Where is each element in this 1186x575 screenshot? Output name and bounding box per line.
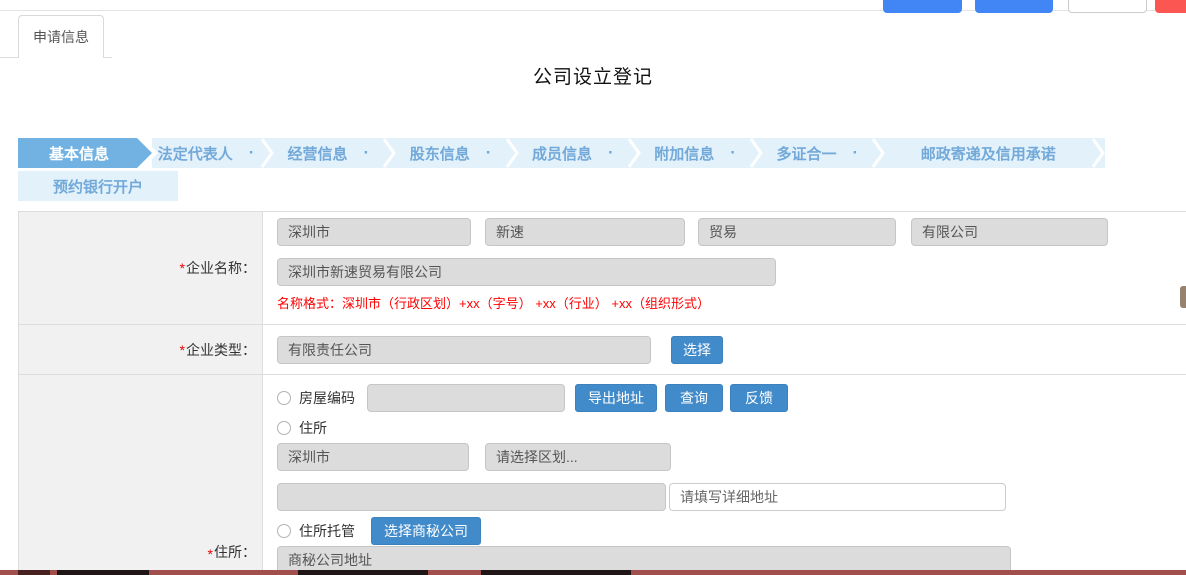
- step-label: 附加信息: [654, 143, 714, 164]
- export-address-button[interactable]: 导出地址: [575, 384, 657, 412]
- street-input[interactable]: [277, 483, 666, 511]
- address-city-input[interactable]: [277, 443, 469, 471]
- name-format-hint: 名称格式：深圳市（行政区划）+xx（字号） +xx（行业） +xx（组织形式）: [277, 293, 1186, 312]
- step-business-info[interactable]: 经营信息 ·: [274, 138, 382, 168]
- enterprise-name-label: *企业名称：: [19, 212, 263, 324]
- step-bank-account[interactable]: 预约银行开户: [18, 171, 178, 201]
- tab-label: 申请信息: [33, 27, 89, 47]
- enterprise-type-row: *企业类型： 选择: [19, 325, 1186, 375]
- name-orgform-input[interactable]: [911, 218, 1108, 246]
- chevron-right-icon: [382, 138, 396, 168]
- enterprise-type-fields: 选择: [263, 325, 1186, 374]
- enterprise-name-fields: 名称格式：深圳市（行政区划）+xx（字号） +xx（行业） +xx（组织形式）: [263, 212, 1186, 324]
- trustee-radio-label: 住所托管: [299, 521, 355, 541]
- house-code-radio[interactable]: [277, 391, 291, 405]
- label-text: 企业类型：: [186, 340, 256, 360]
- step-shareholder-info[interactable]: 股东信息 ·: [396, 138, 504, 168]
- chevron-right-icon: [749, 138, 763, 168]
- select-type-button[interactable]: 选择: [671, 336, 723, 364]
- step-multi-certificate[interactable]: 多证合一 ·: [763, 138, 871, 168]
- edge-segment: [18, 570, 50, 575]
- topbar-button-close[interactable]: [1155, 0, 1186, 13]
- address-fields: 房屋编码 导出地址 查询 反馈 住所: [263, 375, 1186, 574]
- step-label: 基本信息: [49, 143, 121, 164]
- name-tradename-input[interactable]: [485, 218, 685, 246]
- topbar-button-1[interactable]: [883, 0, 962, 13]
- detail-address-input[interactable]: [669, 483, 1006, 511]
- step-dot: ·: [249, 143, 255, 163]
- step-label: 邮政寄递及信用承诺: [921, 143, 1056, 164]
- chevron-right-icon: [505, 138, 519, 168]
- step-basic-info[interactable]: 基本信息: [18, 138, 152, 168]
- step-member-info[interactable]: 成员信息 ·: [519, 138, 627, 168]
- full-name-input[interactable]: [277, 258, 776, 286]
- chevron-right-icon: [627, 138, 641, 168]
- step-label: 经营信息: [288, 143, 348, 164]
- wizard-stepper: 基本信息 法定代表人 · 经营信息 · 股东信息 · 成员信息 · 附加信息 ·…: [18, 138, 1105, 168]
- page: 申请信息 公司设立登记 基本信息 法定代表人 · 经营信息 · 股东信息 · 成…: [0, 0, 1186, 575]
- step-label: 股东信息: [410, 143, 470, 164]
- required-asterisk: *: [208, 546, 213, 562]
- required-asterisk: *: [180, 342, 185, 358]
- topbar-button-2[interactable]: [975, 0, 1053, 13]
- trustee-radio[interactable]: [277, 524, 291, 538]
- step-label: 预约银行开户: [53, 176, 143, 197]
- name-city-input[interactable]: [277, 218, 471, 246]
- page-title: 公司设立登记: [0, 62, 1186, 89]
- step-postal-credit[interactable]: 邮政寄递及信用承诺: [885, 138, 1091, 168]
- step-dot: ·: [852, 143, 858, 163]
- house-code-radio-label: 房屋编码: [299, 388, 355, 408]
- chevron-right-icon: [260, 138, 274, 168]
- label-text: 企业名称：: [186, 258, 256, 278]
- topbar-button-3[interactable]: [1068, 0, 1147, 13]
- feedback-button[interactable]: 反馈: [730, 384, 788, 412]
- house-code-input[interactable]: [367, 384, 565, 412]
- chevron-right-icon: [871, 138, 885, 168]
- step-label: 多证合一: [776, 143, 836, 164]
- step-legal-representative[interactable]: 法定代表人 ·: [152, 138, 260, 168]
- query-button[interactable]: 查询: [665, 384, 723, 412]
- tab-application-info[interactable]: 申请信息: [18, 15, 104, 58]
- enterprise-type-label: *企业类型：: [19, 325, 263, 374]
- window-bottom-edge: [0, 570, 1186, 575]
- edge-widget-icon[interactable]: [1180, 286, 1186, 308]
- label-text: 住所：: [214, 542, 256, 562]
- address-radio[interactable]: [277, 421, 291, 435]
- address-label: *住所：: [19, 375, 263, 574]
- address-radio-label: 住所: [299, 418, 327, 438]
- address-row: *住所： 房屋编码 导出地址 查询 反馈 住所: [19, 375, 1186, 574]
- name-industry-input[interactable]: [698, 218, 896, 246]
- edge-segment: [481, 570, 631, 575]
- step-dot: ·: [486, 143, 492, 163]
- edge-segment: [298, 570, 428, 575]
- required-asterisk: *: [180, 260, 185, 276]
- district-select-input[interactable]: [485, 443, 671, 471]
- enterprise-type-input[interactable]: [277, 336, 651, 364]
- step-label: 成员信息: [532, 143, 592, 164]
- edge-segment: [57, 570, 149, 575]
- registration-form: *企业名称： 名称格式：深圳市（行政区划）+xx（字号） +xx（行业） +xx…: [18, 211, 1186, 575]
- step-additional-info[interactable]: 附加信息 ·: [641, 138, 749, 168]
- select-trustee-company-button[interactable]: 选择商秘公司: [371, 517, 481, 545]
- step-dot: ·: [364, 143, 370, 163]
- step-label: 法定代表人: [158, 143, 233, 164]
- enterprise-name-row: *企业名称： 名称格式：深圳市（行政区划）+xx（字号） +xx（行业） +xx…: [19, 212, 1186, 325]
- chevron-right-icon: [1091, 138, 1105, 168]
- step-dot: ·: [608, 143, 614, 163]
- step-dot: ·: [730, 143, 736, 163]
